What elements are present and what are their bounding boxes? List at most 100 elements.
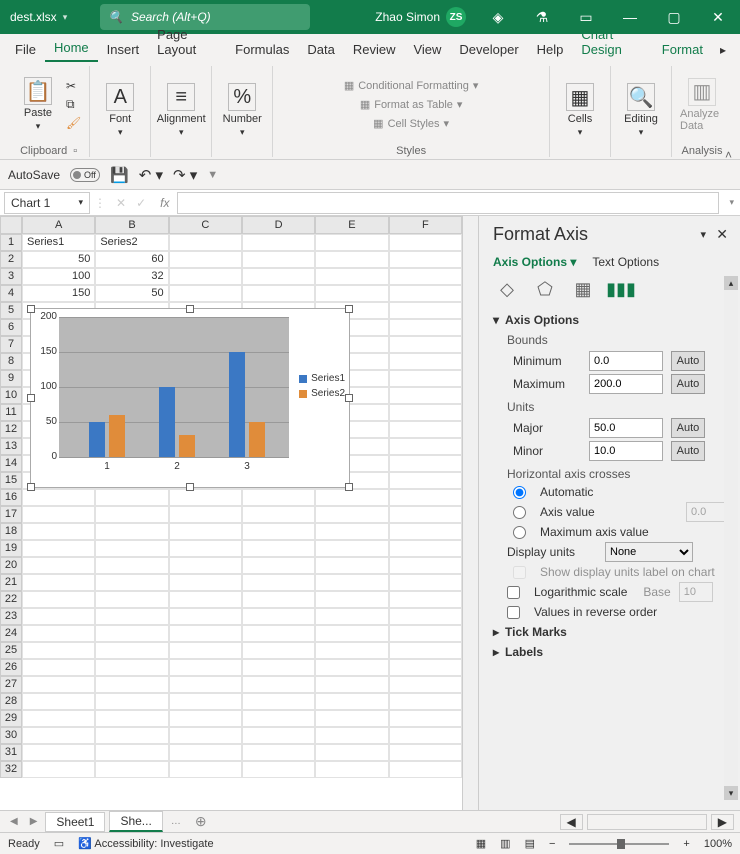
row-header[interactable]: 5 [0, 302, 22, 319]
row-header[interactable]: 20 [0, 557, 22, 574]
minor-unit-input[interactable] [589, 441, 663, 461]
cell[interactable] [22, 574, 95, 591]
cell[interactable] [169, 540, 242, 557]
cell[interactable] [315, 642, 388, 659]
cell[interactable] [242, 727, 315, 744]
cell[interactable] [242, 744, 315, 761]
number-button[interactable]: %Number▾ [220, 83, 264, 138]
display-units-select[interactable]: None [605, 542, 693, 562]
row-header[interactable]: 30 [0, 727, 22, 744]
row-header[interactable]: 4 [0, 285, 22, 302]
cell[interactable] [22, 642, 95, 659]
format-painter-icon[interactable]: 🖌 [66, 116, 81, 130]
radio-automatic[interactable] [513, 486, 526, 499]
cell[interactable] [95, 761, 168, 778]
cell[interactable] [95, 710, 168, 727]
collapse-ribbon-icon[interactable]: ˄ [725, 148, 732, 162]
maximize-button[interactable]: ▢ [652, 0, 696, 34]
row-header[interactable]: 11 [0, 404, 22, 421]
cell[interactable] [22, 710, 95, 727]
cell[interactable] [169, 489, 242, 506]
cell[interactable] [169, 285, 242, 302]
cell[interactable] [315, 268, 388, 285]
new-sheet-icon[interactable]: ⊕ [189, 813, 213, 830]
cell[interactable] [389, 353, 462, 370]
cell[interactable] [389, 336, 462, 353]
row-header[interactable]: 1 [0, 234, 22, 251]
perks-icon[interactable]: ◈ [476, 0, 520, 34]
col-header[interactable]: E [315, 216, 388, 234]
zoom-slider[interactable] [569, 843, 669, 845]
hscroll-right-icon[interactable]: ▶ [711, 814, 734, 830]
cell[interactable] [22, 676, 95, 693]
col-header[interactable]: A [22, 216, 95, 234]
sheet-nav-next-icon[interactable]: ▶ [26, 816, 42, 827]
cell[interactable] [242, 489, 315, 506]
row-header[interactable]: 18 [0, 523, 22, 540]
row-header[interactable]: 19 [0, 540, 22, 557]
tab-format[interactable]: Format [653, 37, 712, 62]
analyze-data-button[interactable]: ▥Analyze Data [680, 78, 724, 132]
row-header[interactable]: 25 [0, 642, 22, 659]
cell[interactable]: 60 [95, 251, 168, 268]
zoom-out-icon[interactable]: − [549, 838, 555, 850]
tab-data[interactable]: Data [298, 37, 343, 62]
maximum-input[interactable] [589, 374, 663, 394]
minimum-input[interactable] [589, 351, 663, 371]
cell[interactable] [389, 404, 462, 421]
auto-button[interactable]: Auto [671, 441, 705, 461]
cell-styles-button[interactable]: ▦Cell Styles ▾ [373, 117, 449, 130]
reverse-order-checkbox[interactable] [507, 606, 520, 619]
formula-input[interactable] [177, 192, 719, 214]
cell[interactable] [169, 574, 242, 591]
cell[interactable] [242, 523, 315, 540]
cell[interactable] [242, 506, 315, 523]
row-header[interactable]: 14 [0, 455, 22, 472]
cell[interactable] [22, 625, 95, 642]
cell[interactable] [22, 506, 95, 523]
zoom-level[interactable]: 100% [704, 838, 732, 850]
pane-scrollbar[interactable]: ▴▾ [724, 276, 738, 800]
alignment-button[interactable]: ≡Alignment▾ [159, 83, 203, 138]
tab-view[interactable]: View [404, 37, 450, 62]
enter-formula-icon[interactable]: ✓ [136, 196, 146, 210]
chart-legend[interactable]: Series1 Series2 [299, 369, 345, 403]
col-header[interactable]: F [389, 216, 462, 234]
cell[interactable] [242, 251, 315, 268]
cell[interactable] [169, 506, 242, 523]
tab-chart-design[interactable]: Chart Design [572, 22, 652, 62]
embedded-chart[interactable]: Series1 Series2 050100150200123 [30, 308, 350, 488]
cell[interactable] [22, 591, 95, 608]
auto-button[interactable]: Auto [671, 374, 705, 394]
cell[interactable] [95, 574, 168, 591]
cell[interactable] [242, 574, 315, 591]
qat-customize-icon[interactable]: ▼ [207, 169, 218, 181]
cell[interactable] [315, 625, 388, 642]
close-button[interactable]: ✕ [696, 0, 740, 34]
cell[interactable] [22, 557, 95, 574]
view-page-break-icon[interactable]: ▤ [525, 837, 535, 850]
expand-formula-icon[interactable]: ▾ [723, 197, 740, 208]
cell[interactable] [389, 608, 462, 625]
cell[interactable] [389, 438, 462, 455]
cell[interactable] [389, 744, 462, 761]
cell[interactable] [315, 506, 388, 523]
cell[interactable] [389, 523, 462, 540]
cell[interactable] [169, 761, 242, 778]
cell[interactable] [389, 761, 462, 778]
vertical-scrollbar[interactable] [462, 216, 478, 810]
cell[interactable] [22, 659, 95, 676]
cell[interactable] [95, 591, 168, 608]
cell[interactable] [315, 608, 388, 625]
cell[interactable] [242, 234, 315, 251]
cell[interactable] [242, 625, 315, 642]
cell[interactable] [315, 285, 388, 302]
sheet-nav-prev-icon[interactable]: ◀ [6, 816, 22, 827]
cell[interactable] [389, 693, 462, 710]
auto-button[interactable]: Auto [671, 418, 705, 438]
effects-icon[interactable]: ⬠ [533, 277, 557, 301]
cell[interactable] [169, 744, 242, 761]
coming-soon-icon[interactable]: ⚗ [520, 0, 564, 34]
row-header[interactable]: 15 [0, 472, 22, 489]
section-tick-marks[interactable]: ▸Tick Marks [493, 625, 726, 639]
